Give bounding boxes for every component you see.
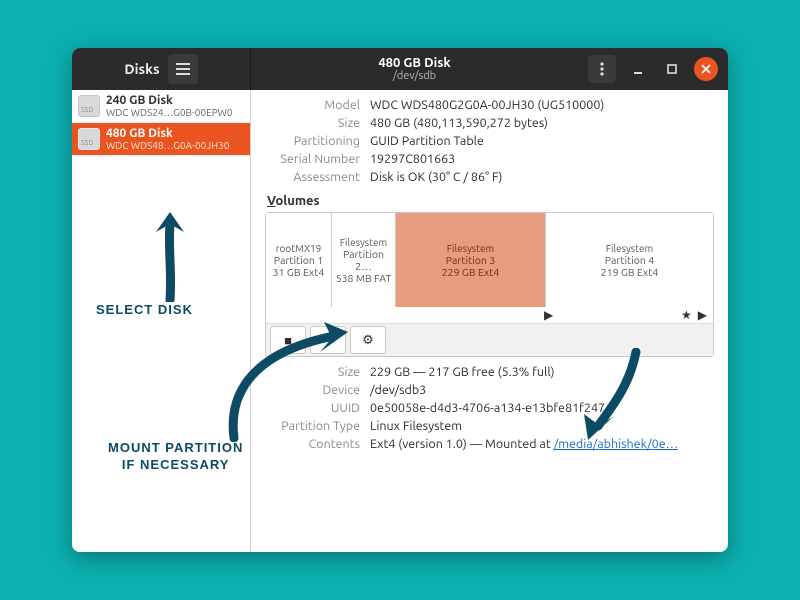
titlebar-device-path: /dev/sdb [393,70,436,82]
window-minimize-button[interactable] [626,57,650,81]
value-model: WDC WDS480G2G0A-00JH30 (UG510000) [370,98,714,112]
nav-right-mid-icon[interactable]: ▶ [544,308,553,322]
label-partitioning: Partitioning [265,134,360,148]
value-part-type: Linux Filesystem [370,419,714,433]
disk-info-grid: Model WDC WDS480G2G0A-00JH30 (UG510000) … [265,98,714,184]
volumes-box: rootMX19 Partition 1 31 GB Ext4 Filesyst… [265,212,714,357]
value-part-device: /dev/sdb3 [370,383,714,397]
volume-partition-1[interactable]: rootMX19 Partition 1 31 GB Ext4 [266,213,332,307]
hamburger-icon [176,63,190,75]
close-icon [701,64,711,74]
disk-title: 240 GB Disk [106,94,233,107]
disk-model: WDC WDS24…G0B-00EPW0 [106,107,233,118]
sidebar-disk-480gb[interactable]: SSD 480 GB Disk WDC WDS48…G0A-00JH30 [72,123,250,156]
label-assessment: Assessment [265,170,360,184]
window-maximize-button[interactable] [660,57,684,81]
maximize-icon [666,63,678,75]
disk-model: WDC WDS48…G0A-00JH30 [106,140,229,151]
label-size: Size [265,116,360,130]
window-body: SSD 240 GB Disk WDC WDS24…G0B-00EPW0 SSD… [72,90,728,552]
label-part-uuid: UUID [265,401,360,415]
unmount-button[interactable]: ■ [270,326,306,354]
volume-partition-4[interactable]: Filesystem Partition 4 219 GB Ext4 [546,213,713,307]
titlebar-center: 480 GB Disk /dev/sdb [251,56,578,82]
label-model: Model [265,98,360,112]
label-part-device: Device [265,383,360,397]
disk-title: 480 GB Disk [106,127,229,140]
label-part-type: Partition Type [265,419,360,433]
main-pane: Model WDC WDS480G2G0A-00JH30 (UG510000) … [251,90,728,552]
titlebar-disk-name: 480 GB Disk [378,56,450,70]
delete-partition-button[interactable]: − [310,326,346,354]
hamburger-button[interactable] [168,54,198,84]
partition-info-grid: Size 229 GB — 217 GB free (5.3% full) De… [265,365,714,451]
volumes-strip: rootMX19 Partition 1 31 GB Ext4 Filesyst… [266,213,713,307]
ssd-icon: SSD [78,128,100,150]
titlebar-right [578,55,728,83]
label-serial: Serial Number [265,152,360,166]
volume-partition-2[interactable]: Filesystem Partition 2… 538 MB FAT [332,213,396,307]
value-partitioning: GUID Partition Table [370,134,714,148]
star-icon[interactable]: ★ [681,308,692,322]
disk-sidebar: SSD 240 GB Disk WDC WDS24…G0B-00EPW0 SSD… [72,90,251,552]
volumes-nav-row: ▶ ★ ▶ [266,307,713,323]
value-part-uuid: 0e50058e-d4d3-4706-a134-e13bfe81f247 [370,401,714,415]
partition-options-button[interactable]: ⚙ [350,326,386,354]
value-assessment: Disk is OK (30° C / 86° F) [370,170,714,184]
minus-icon: − [324,333,331,347]
drive-menu-button[interactable] [588,55,616,83]
titlebar-left: Disks [72,48,251,90]
label-part-size: Size [265,365,360,379]
window-close-button[interactable] [694,57,718,81]
mount-point-link[interactable]: /media/abhishek/0e… [554,437,678,451]
stop-icon: ■ [284,333,292,348]
nav-right-icon[interactable]: ▶ [698,308,707,322]
ssd-icon: SSD [78,95,100,117]
volumes-toolbar: ■ − ⚙ [266,323,713,356]
label-part-contents: Contents [265,437,360,451]
value-serial: 19297C801663 [370,152,714,166]
kebab-icon [600,62,604,76]
volume-partition-3[interactable]: Filesystem Partition 3 229 GB Ext4 [396,213,546,307]
gear-icon: ⚙ [362,333,374,348]
value-part-contents: Ext4 (version 1.0) — Mounted at /media/a… [370,437,714,451]
value-part-size: 229 GB — 217 GB free (5.3% full) [370,365,714,379]
volumes-heading: Volumes [267,194,714,208]
app-title: Disks [124,61,159,77]
disks-window: Disks 480 GB Disk /dev/sdb [72,48,728,552]
minimize-icon [632,63,644,75]
value-size: 480 GB (480,113,590,272 bytes) [370,116,714,130]
sidebar-disk-240gb[interactable]: SSD 240 GB Disk WDC WDS24…G0B-00EPW0 [72,90,250,123]
titlebar: Disks 480 GB Disk /dev/sdb [72,48,728,90]
